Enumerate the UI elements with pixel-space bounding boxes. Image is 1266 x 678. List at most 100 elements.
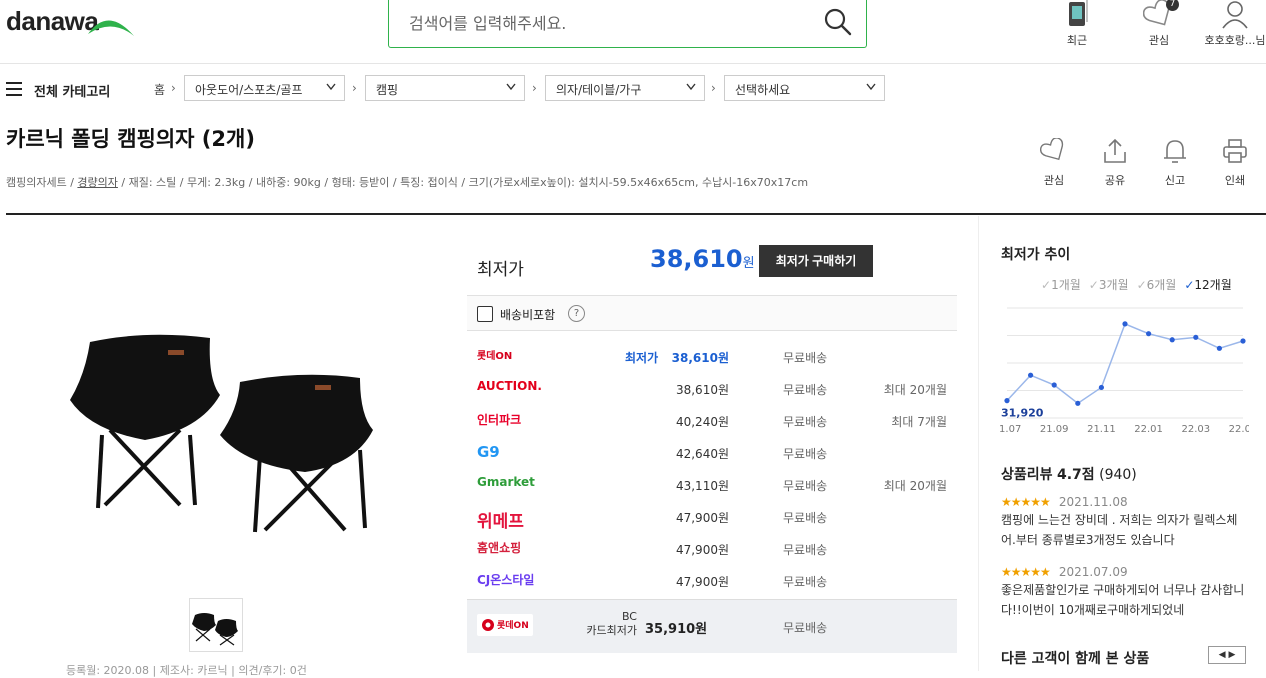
trend-point[interactable] (1028, 372, 1034, 378)
search-box (388, 0, 867, 48)
lotteon-logo: 롯데ON (477, 614, 533, 636)
spec-link[interactable]: 경량의자 (77, 176, 117, 189)
trend-point[interactable] (1216, 345, 1222, 351)
search-icon[interactable] (824, 8, 852, 36)
seller-price[interactable]: 47,900원 (676, 509, 729, 526)
chevron-down-icon (326, 83, 336, 91)
min-price-label: 31,920 (1001, 407, 1044, 420)
price-trend-chart: 31,920 21.07 21.09 21.11 22.01 22.03 22.05 (999, 307, 1249, 435)
action-share[interactable]: 공유 (1090, 138, 1140, 188)
category-select-4[interactable]: 선택하세요 (724, 75, 885, 101)
action-print[interactable]: 인쇄 (1210, 138, 1260, 188)
help-icon[interactable]: ? (568, 305, 585, 322)
trend-point[interactable] (1075, 400, 1081, 406)
check-icon: ✓ (1136, 278, 1147, 292)
period-tab[interactable]: 12개월 (1194, 278, 1231, 292)
x-tick-label: 22.03 (1181, 424, 1210, 435)
trend-point[interactable] (1193, 334, 1199, 340)
lowest-tag: 최저가 (625, 351, 659, 365)
shipping-include-label[interactable]: 배송비포함 (500, 306, 555, 323)
share-icon (1104, 138, 1126, 163)
chevron-down-icon (866, 83, 876, 91)
seller-price[interactable]: 40,240원 (676, 413, 729, 430)
product-title: 카르닉 폴딩 캠핑의자 (2개) (6, 127, 255, 151)
trend-point[interactable] (1051, 382, 1057, 388)
shipping-include-checkbox[interactable] (477, 306, 493, 322)
trend-point[interactable] (1146, 331, 1152, 337)
action-report[interactable]: 신고 (1150, 138, 1200, 188)
title-divider (6, 213, 1266, 215)
card-label: BC 카드최저가 (586, 610, 637, 637)
period-tab[interactable]: 3개월 (1099, 278, 1129, 292)
seller-price[interactable]: 47,900원 (676, 541, 729, 558)
seller-price[interactable]: 42,640원 (676, 445, 729, 462)
seller-shipping: 무료배송 (783, 543, 828, 557)
breadcrumb-home[interactable]: 홈 (154, 81, 165, 98)
category-bar: 전체 카테고리 홈 › 아웃도어/스포츠/골프 › 캠핑 › 의자/테이블/가구… (0, 65, 1266, 111)
also-viewed-title: 다른 고객이 함께 본 상품 (1001, 651, 1150, 667)
recent-button[interactable]: 최근 (1042, 0, 1112, 48)
rating-stars: ★★★★★ (1001, 565, 1051, 579)
review-header: 상품리뷰 4.7점 (940) (1001, 464, 1137, 484)
sidebar: 최저가 추이 ✓1개월✓3개월✓6개월✓12개월 31,92021.0721.0… (978, 216, 1266, 671)
seller-row[interactable]: Gmarket 43,110원 무료배송 최대 20개월 (467, 469, 957, 499)
favorite-button[interactable]: 7 관심 (1124, 0, 1194, 48)
check-icon: ✓ (1041, 278, 1052, 292)
review-text: 좋은제품할인가로 구매하게되어 너무나 감사합니다!!이번이 10개째로구매하게… (1001, 583, 1245, 617)
recent-product-icon (1069, 0, 1088, 26)
x-tick-label: 22.05 (1229, 424, 1249, 435)
trend-point[interactable] (1004, 398, 1010, 404)
seller-shipping: 무료배송 (783, 479, 828, 493)
seller-logo: 위메프 (477, 512, 524, 532)
danawa-logo[interactable]: danawa (6, 6, 99, 37)
user-button[interactable]: 호호호랑...님 (1199, 0, 1266, 48)
seller-price[interactable]: 38,610원 (672, 349, 729, 366)
seller-installment: 최대 7개월 (891, 415, 947, 429)
seller-price[interactable]: 38,610원 (676, 381, 729, 398)
trend-point[interactable] (1169, 337, 1175, 343)
seller-shipping: 무료배송 (783, 351, 828, 365)
action-favorite[interactable]: 관심 (1029, 138, 1079, 188)
all-categories-button[interactable]: 전체 카테고리 (34, 81, 110, 100)
category-select-1[interactable]: 아웃도어/스포츠/골프 (184, 75, 345, 101)
trend-point[interactable] (1240, 338, 1246, 344)
header: danawa 최근 7 관심 호호호랑...님 (0, 0, 1266, 64)
category-select-3[interactable]: 의자/테이블/가구 (545, 75, 705, 101)
x-tick-label: 21.11 (1087, 424, 1116, 435)
check-icon: ✓ (1184, 278, 1195, 292)
trend-point[interactable] (1098, 384, 1104, 391)
seller-row[interactable]: G9 42,640원 무료배송 (467, 437, 957, 467)
chevron-down-icon (686, 83, 696, 91)
lowest-price-value: 38,610원 (650, 245, 755, 273)
seller-row[interactable]: 홈앤쇼핑 47,900원 무료배송 (467, 533, 957, 563)
review-item[interactable]: ★★★★★ 2021.07.09 좋은제품할인가로 구매하게되어 너무나 감사합… (1001, 561, 1251, 620)
seller-row[interactable]: 인터파크 40,240원 무료배송 최대 7개월 (467, 405, 957, 435)
image-thumbnail[interactable] (189, 598, 243, 652)
seller-logo: 홈앤쇼핑 (477, 541, 522, 555)
seller-row[interactable]: CJ온스타일 47,900원 무료배송 (467, 565, 957, 595)
product-image[interactable] (60, 330, 390, 550)
card-lowest-row[interactable]: 롯데ON BC 카드최저가 35,910원 무료배송 (467, 599, 957, 653)
review-item[interactable]: ★★★★★ 2021.11.08 캠핑에 느는건 장비데 . 저희는 의자가 릴… (1001, 491, 1251, 550)
favorite-count-badge: 7 (1166, 0, 1179, 11)
buy-lowest-button[interactable]: 최저가 구매하기 (759, 245, 873, 277)
x-tick-label: 21.09 (1040, 424, 1069, 435)
card-shipping: 무료배송 (783, 621, 828, 635)
prev-arrow-icon[interactable]: ◀ (1219, 650, 1226, 660)
trend-point[interactable] (1122, 321, 1128, 327)
next-arrow-icon[interactable]: ▶ (1228, 650, 1235, 660)
seller-price[interactable]: 43,110원 (676, 477, 729, 494)
seller-row[interactable]: 롯데ON 최저가 38,610원 무료배송 (467, 341, 957, 371)
period-tab[interactable]: 6개월 (1147, 278, 1177, 292)
lotteon-logo-icon (482, 619, 494, 631)
logo-swoosh-icon (88, 20, 134, 36)
seller-row[interactable]: 위메프 47,900원 무료배송 (467, 501, 957, 532)
seller-price[interactable]: 47,900원 (676, 573, 729, 590)
period-tab[interactable]: 1개월 (1051, 278, 1081, 292)
seller-row[interactable]: AUCTION. 38,610원 무료배송 최대 20개월 (467, 373, 957, 403)
search-input[interactable] (409, 10, 809, 36)
user-label: 호호호랑...님 (1204, 34, 1266, 47)
seller-logo: G9 (477, 443, 500, 461)
category-select-2[interactable]: 캠핑 (365, 75, 525, 101)
hamburger-menu-icon[interactable] (6, 82, 22, 96)
